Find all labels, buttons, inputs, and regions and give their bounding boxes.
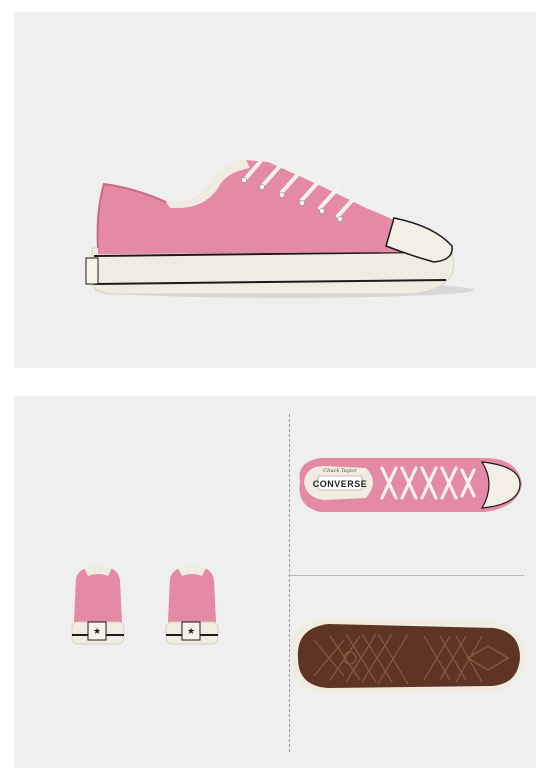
rear-view-left-shoe: ★ <box>71 565 125 645</box>
canvas-upper <box>97 160 434 254</box>
vertical-divider <box>289 414 290 752</box>
insole-script: Chuck Taylor <box>323 468 357 474</box>
heel-label <box>85 257 99 285</box>
detail-views-panel: ★ ★ Chuck Taylor CONVERSE <box>14 396 536 768</box>
svg-text:★: ★ <box>187 627 195 637</box>
detail-views-image: ★ ★ Chuck Taylor CONVERSE <box>71 458 526 694</box>
side-view-panel <box>14 12 536 368</box>
horizontal-divider <box>288 575 524 576</box>
side-view-image <box>85 160 474 298</box>
insole-brand-label: CONVERSE <box>313 479 368 489</box>
svg-text:★: ★ <box>93 627 101 637</box>
rear-view-right-shoe: ★ <box>165 565 219 645</box>
top-view-shoe: Chuck Taylor CONVERSE <box>299 458 522 512</box>
outsole-view <box>291 618 526 694</box>
